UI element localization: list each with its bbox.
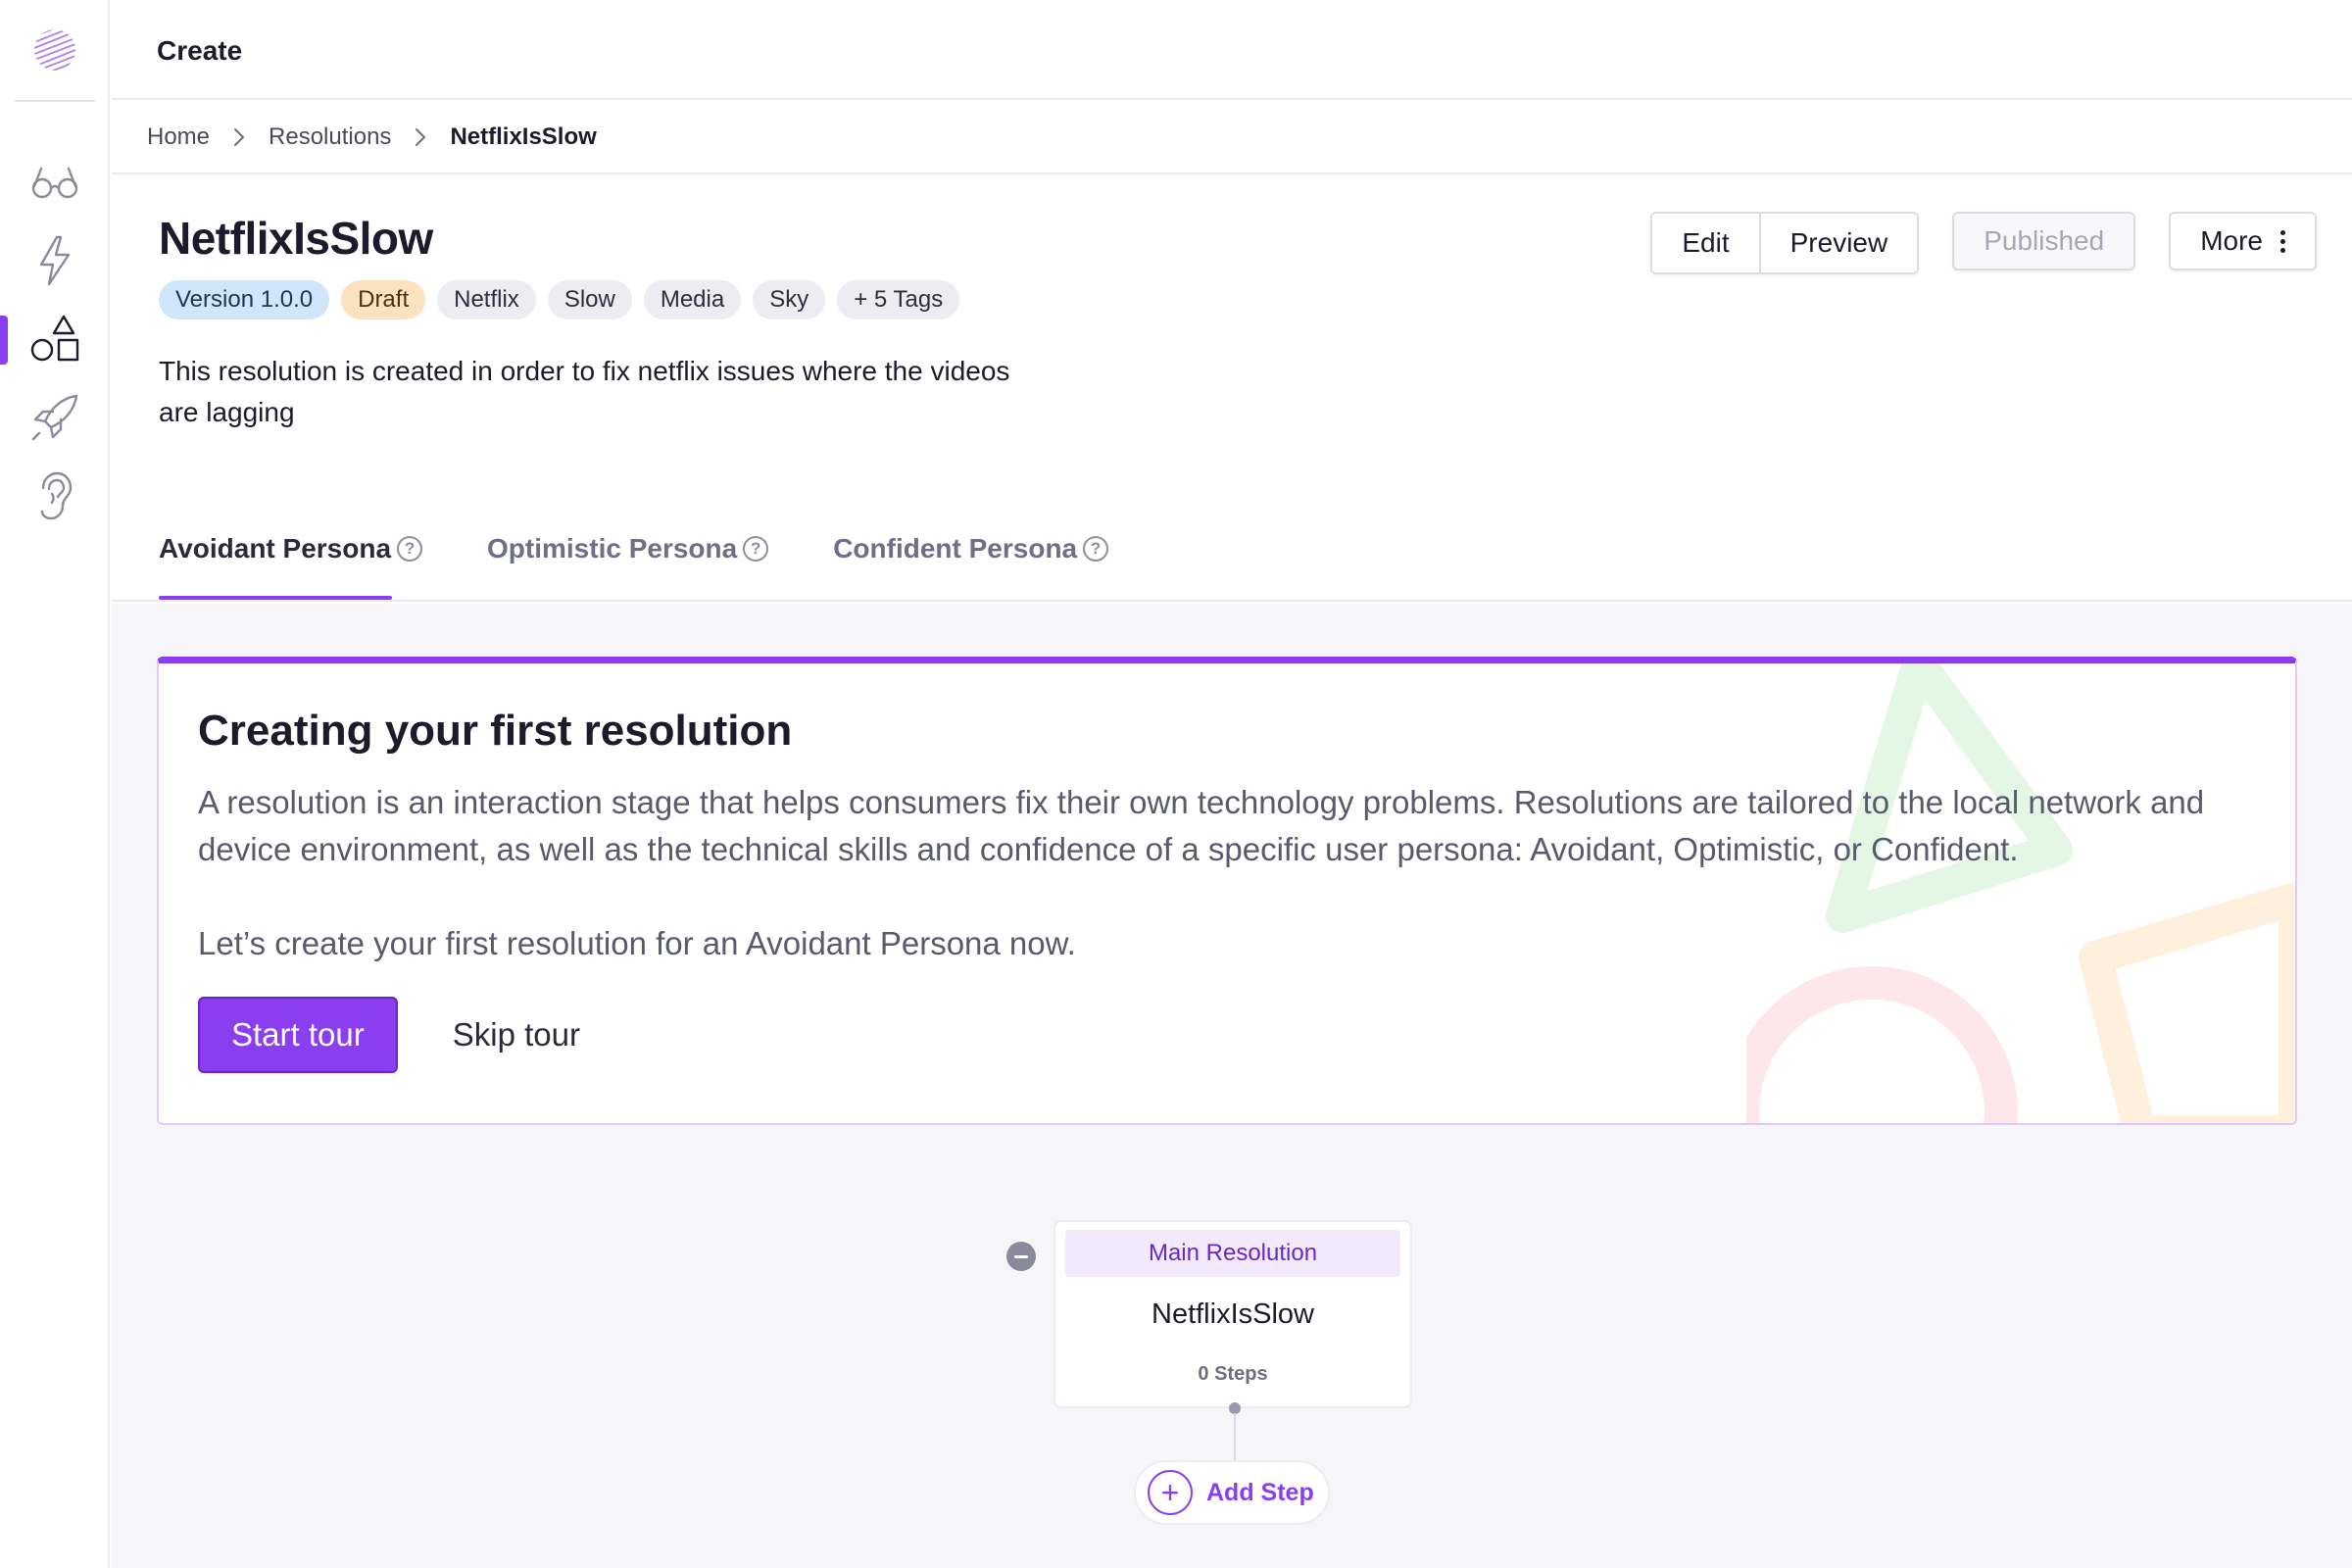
tag-chip: Sky — [753, 280, 826, 319]
shapes-icon[interactable] — [27, 312, 82, 367]
sidebar — [0, 0, 110, 1568]
breadcrumb-current: NetflixIsSlow — [450, 123, 597, 150]
help-icon[interactable]: ? — [397, 536, 423, 562]
rocket-icon[interactable] — [27, 390, 82, 445]
logo-icon[interactable] — [29, 24, 80, 75]
breadcrumb: Home Resolutions NetflixIsSlow — [112, 102, 2352, 174]
page-title: NetflixIsSlow — [159, 213, 433, 264]
sidebar-divider — [15, 100, 95, 102]
tour-buttons: Start tour Skip tour — [198, 997, 580, 1073]
add-step-label: Add Step — [1206, 1478, 1314, 1506]
persona-tabs: Avoidant Persona ? Optimistic Persona ? … — [159, 533, 1109, 600]
sidebar-active-indicator — [0, 316, 8, 365]
top-bar: Create — [112, 0, 2352, 100]
tab-label: Avoidant Persona — [159, 533, 392, 564]
tour-call-to-action: Let’s create your first resolution for a… — [198, 925, 1076, 961]
more-button-label: More — [2200, 225, 2263, 256]
tag-list: Version 1.0.0 Draft Netflix Slow Media S… — [159, 280, 960, 319]
tab-avoidant-persona[interactable]: Avoidant Persona ? — [159, 533, 423, 600]
resolution-description: This resolution is created in order to f… — [159, 356, 1010, 427]
chevron-right-icon — [233, 127, 245, 147]
version-badge: Version 1.0.0 — [159, 280, 330, 319]
main-resolution-node[interactable]: Main Resolution NetflixIsSlow 0 Steps — [1054, 1220, 1412, 1408]
header-actions: Edit Preview Published More — [1650, 212, 2317, 274]
tab-label: Confident Persona — [833, 533, 1078, 564]
breadcrumb-home[interactable]: Home — [147, 123, 210, 151]
more-button[interactable]: More — [2169, 212, 2317, 270]
glasses-icon[interactable] — [27, 155, 82, 210]
add-step-button[interactable]: + Add Step — [1134, 1460, 1330, 1525]
preview-button[interactable]: Preview — [1758, 214, 1918, 272]
node-name: NetflixIsSlow — [1152, 1298, 1314, 1330]
tour-title: Creating your first resolution — [198, 707, 793, 755]
tab-confident-persona[interactable]: Confident Persona ? — [833, 533, 1109, 600]
resolution-header: NetflixIsSlow Version 1.0.0 Draft Netfli… — [112, 176, 2352, 602]
tour-description: A resolution is an interaction stage tha… — [198, 784, 2205, 867]
chevron-right-icon — [415, 127, 426, 147]
tag-chip: Netflix — [437, 280, 536, 319]
help-icon[interactable]: ? — [743, 536, 769, 562]
kebab-icon — [2280, 229, 2285, 253]
skip-tour-button[interactable]: Skip tour — [453, 1016, 580, 1054]
editor-canvas: Creating your first resolution A resolut… — [112, 604, 2352, 1568]
node-step-count: 0 Steps — [1198, 1363, 1268, 1385]
more-tags-chip[interactable]: + 5 Tags — [837, 280, 960, 319]
published-button[interactable]: Published — [1952, 212, 2136, 270]
start-tour-button[interactable]: Start tour — [198, 997, 398, 1073]
tab-optimistic-persona[interactable]: Optimistic Persona ? — [487, 533, 769, 600]
breadcrumb-resolutions[interactable]: Resolutions — [269, 123, 391, 151]
edit-preview-group: Edit Preview — [1650, 212, 1920, 274]
app-title: Create — [157, 35, 243, 66]
tour-body: A resolution is an interaction stage tha… — [198, 779, 2276, 967]
ear-icon[interactable] — [27, 468, 82, 523]
lightning-icon[interactable] — [27, 233, 82, 288]
node-type-label: Main Resolution — [1065, 1230, 1400, 1277]
status-badge: Draft — [341, 280, 426, 319]
tag-chip: Media — [643, 280, 742, 319]
help-icon[interactable]: ? — [1083, 536, 1109, 562]
onboarding-tour-card: Creating your first resolution A resolut… — [157, 657, 2297, 1125]
tab-label: Optimistic Persona — [487, 533, 738, 564]
active-tab-indicator — [159, 596, 392, 600]
plus-icon: + — [1148, 1470, 1193, 1515]
collapse-icon[interactable] — [1006, 1242, 1036, 1271]
tag-chip: Slow — [547, 280, 632, 319]
edit-button[interactable]: Edit — [1652, 214, 1759, 272]
